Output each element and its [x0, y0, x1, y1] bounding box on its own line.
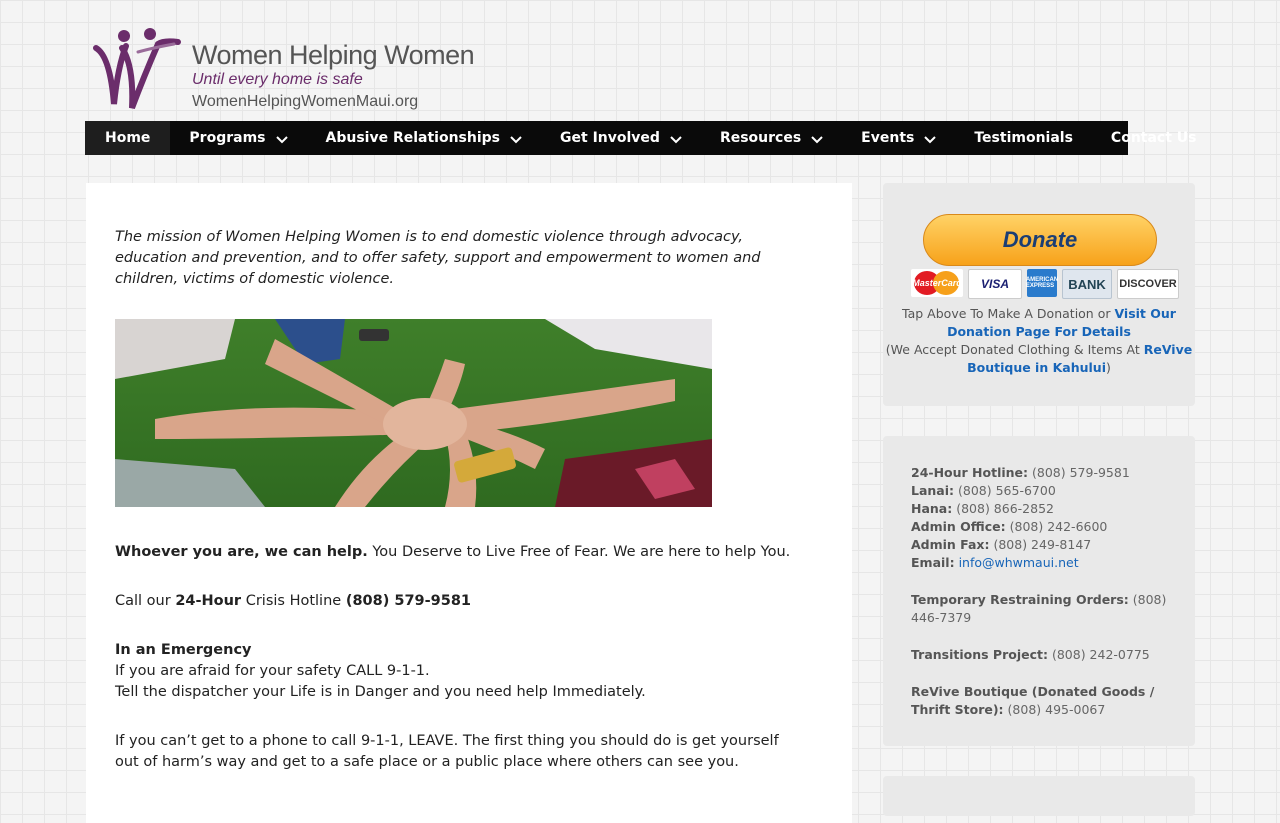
hana-row: Hana: (808) 866-2852 — [911, 500, 1171, 518]
nav-home[interactable]: Home — [85, 121, 171, 155]
nav-testimonials-label: Testimonials — [974, 130, 1073, 146]
crisis-hotline: Call our 24-Hour Crisis Hotline (808) 57… — [115, 591, 805, 612]
logo-url: WomenHelpingWomenMaui.org — [192, 93, 419, 110]
admin-office-row: Admin Office: (808) 242-6600 — [911, 518, 1171, 536]
hotline-label: 24-Hour Hotline: — [911, 465, 1029, 480]
help-statement: Whoever you are, we can help. You Deserv… — [115, 542, 805, 563]
hotline-number: (808) 579-9581 — [345, 593, 472, 609]
nav-contact-label: Contact Us — [1110, 130, 1197, 146]
leave-advice: If you can’t get to a phone to call 9-1-… — [115, 733, 779, 770]
nav-get-involved-label: Get Involved — [560, 130, 660, 146]
logo-tagline: Until every home is safe — [192, 71, 363, 88]
logo-figures-icon — [93, 28, 181, 110]
donate-button-label: Donate — [1002, 227, 1078, 252]
tap-text: Tap Above To Make A Donation or — [902, 306, 1115, 321]
chevron-down-icon — [275, 136, 288, 144]
call-pre: Call our — [115, 593, 176, 609]
emergency-section: In an Emergency If you are afraid for yo… — [115, 640, 805, 703]
transitions-label: Transitions Project: — [911, 647, 1048, 662]
fax-value: (808) 249-8147 — [989, 537, 1092, 552]
email-link[interactable]: info@whwmaui.net — [959, 555, 1079, 570]
contact-widget: 24-Hour Hotline: (808) 579-9581 Lanai: (… — [883, 436, 1195, 746]
emergency-line-2: Tell the dispatcher your Life is in Dang… — [115, 684, 646, 700]
call-mid: Crisis Hotline — [241, 593, 346, 609]
donate-text: Tap Above To Make A Donation or Visit Ou… — [883, 305, 1195, 377]
mission-statement: The mission of Women Helping Women is to… — [115, 229, 761, 287]
nav-resources[interactable]: Resources — [701, 121, 842, 155]
hana-label: Hana: — [911, 501, 953, 516]
nav-testimonials[interactable]: Testimonials — [955, 121, 1092, 155]
emergency-line-1: If you are afraid for your safety CALL 9… — [115, 663, 430, 679]
mastercard-label: MasterCard — [912, 278, 962, 288]
emergency-title: In an Emergency — [115, 642, 252, 658]
nav-events[interactable]: Events — [842, 121, 955, 155]
donate-button[interactable]: Donate — [923, 214, 1157, 266]
close-paren: ) — [1105, 360, 1111, 375]
lanai-label: Lanai: — [911, 483, 955, 498]
site-logo[interactable]: Women Helping Women Until every home is … — [92, 26, 492, 116]
transitions-row: Transitions Project: (808) 242-0775 — [911, 646, 1171, 664]
main-nav: Home Programs Abusive Relationships Get … — [85, 121, 1197, 155]
admin-label: Admin Office: — [911, 519, 1006, 534]
tro-row: Temporary Restraining Orders: (808) 446-… — [911, 591, 1171, 627]
chevron-down-icon — [670, 136, 682, 144]
visa-label: VISA — [980, 277, 1009, 291]
admin-value: (808) 242-6600 — [1005, 519, 1108, 534]
discover-icon: DISCOVER — [1117, 269, 1179, 299]
hotline-value: (808) 579-9581 — [1028, 465, 1130, 480]
nav-home-label: Home — [105, 130, 151, 146]
chevron-down-icon — [510, 136, 522, 144]
nav-abusive-label: Abusive Relationships — [325, 130, 501, 146]
chevron-down-icon — [811, 136, 823, 144]
nav-resources-label: Resources — [719, 130, 802, 146]
discover-label: DISCOVER — [1119, 278, 1177, 290]
amex-icon: AMERICAN EXPRESS — [1025, 269, 1059, 297]
help-bold: Whoever you are, we can help. — [115, 544, 368, 560]
bank-label: BANK — [1068, 276, 1106, 292]
hands-together-photo — [115, 319, 712, 507]
payment-cards: MasterCard VISA AMERICAN EXPRESS BANK DI… — [911, 269, 1179, 299]
accept-text: (We Accept Donated Clothing & Items At — [885, 342, 1144, 357]
lanai-value: (808) 565-6700 — [954, 483, 1056, 498]
donate-widget: Donate MasterCard VISA AMERICAN EXPRESS … — [883, 183, 1195, 406]
call-24hour: 24-Hour — [175, 593, 242, 609]
transitions-value: (808) 242-0775 — [1047, 647, 1150, 662]
help-rest: You Deserve to Live Free of Fear. We are… — [367, 544, 791, 560]
amex-label: AMERICAN EXPRESS — [1025, 277, 1059, 289]
hana-value: (808) 866-2852 — [952, 501, 1054, 516]
nav-programs[interactable]: Programs — [170, 121, 306, 155]
main-content: The mission of Women Helping Women is to… — [86, 183, 852, 823]
fax-label: Admin Fax: — [911, 537, 990, 552]
nav-get-involved[interactable]: Get Involved — [541, 121, 701, 155]
revive-row: ReVive Boutique (Donated Goods / Thrift … — [911, 683, 1171, 719]
nav-abusive-relationships[interactable]: Abusive Relationships — [307, 121, 542, 155]
sidebar-widget-partial — [883, 776, 1195, 816]
hotline-row: 24-Hour Hotline: (808) 579-9581 — [911, 464, 1171, 482]
email-label: Email: — [911, 555, 955, 570]
nav-events-label: Events — [861, 130, 915, 146]
bank-icon: BANK — [1062, 269, 1112, 299]
nav-programs-label: Programs — [189, 130, 266, 146]
revive-value: (808) 495-0067 — [1003, 702, 1106, 717]
nav-contact-us[interactable]: Contact Us — [1092, 121, 1216, 155]
logo-title: Women Helping Women — [192, 40, 475, 70]
chevron-down-icon — [924, 136, 937, 144]
admin-fax-row: Admin Fax: (808) 249-8147 — [911, 536, 1171, 554]
visa-icon: VISA — [968, 269, 1022, 299]
email-row: Email: info@whwmaui.net — [911, 554, 1171, 572]
mastercard-icon: MasterCard — [911, 269, 963, 297]
lanai-row: Lanai: (808) 565-6700 — [911, 482, 1171, 500]
tro-label: Temporary Restraining Orders: — [911, 592, 1129, 607]
